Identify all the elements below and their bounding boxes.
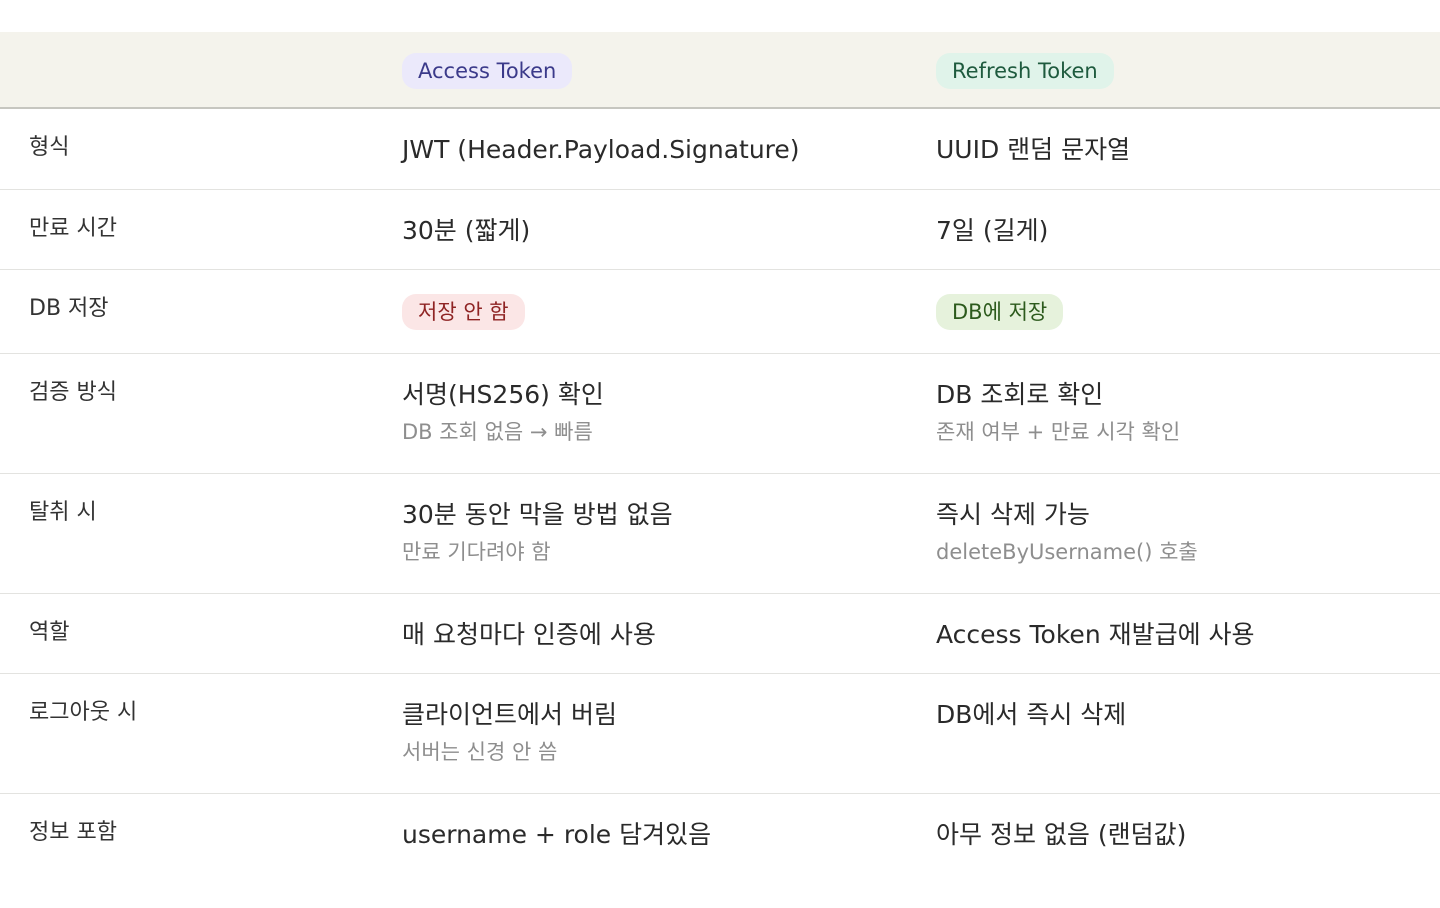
refresh-value: 아무 정보 없음 (랜덤값): [936, 820, 1187, 849]
row-label: 정보 포함: [29, 820, 117, 845]
row-label: 로그아웃 시: [29, 700, 138, 725]
table-row: 정보 포함 username + role 담겨있음 아무 정보 없음 (랜덤값…: [0, 794, 1440, 876]
row-label: 만료 시간: [29, 216, 117, 241]
db-stored-badge: DB에 저장: [936, 294, 1064, 330]
row-label: 검증 방식: [29, 380, 117, 405]
row-label: 형식: [29, 135, 70, 160]
table-row: 로그아웃 시 클라이언트에서 버림 서버는 신경 안 씀 DB에서 즉시 삭제: [0, 674, 1440, 794]
access-subtext: 만료 기다려야 함: [402, 540, 551, 564]
refresh-value: DB에서 즉시 삭제: [936, 700, 1127, 729]
header-refresh-cell: Refresh Token: [936, 32, 1440, 107]
table-row: 만료 시간 30분 (짧게) 7일 (길게): [0, 190, 1440, 270]
refresh-value: Access Token 재발급에 사용: [936, 620, 1255, 649]
row-label: 역할: [29, 620, 70, 645]
token-comparison-table: Access Token Refresh Token 형식 JWT (Heade…: [0, 32, 1440, 876]
access-value: 서명(HS256) 확인: [402, 380, 604, 409]
access-value: 30분 동안 막을 방법 없음: [402, 500, 673, 529]
table-row: DB 저장 저장 안 함 DB에 저장: [0, 270, 1440, 354]
access-value: 30분 (짧게): [402, 216, 531, 245]
table-header-row: Access Token Refresh Token: [0, 32, 1440, 109]
refresh-value: 7일 (길게): [936, 216, 1049, 245]
refresh-value: DB 조회로 확인: [936, 380, 1104, 409]
header-access-cell: Access Token: [402, 32, 936, 107]
access-subtext: 서버는 신경 안 씀: [402, 740, 558, 764]
table-row: 탈취 시 30분 동안 막을 방법 없음 만료 기다려야 함 즉시 삭제 가능 …: [0, 474, 1440, 594]
refresh-subtext: deleteByUsername() 호출: [936, 540, 1198, 564]
not-stored-badge: 저장 안 함: [402, 294, 525, 330]
refresh-token-header-badge: Refresh Token: [936, 53, 1114, 89]
table-row: 검증 방식 서명(HS256) 확인 DB 조회 없음 → 빠름 DB 조회로 …: [0, 354, 1440, 474]
table-row: 역할 매 요청마다 인증에 사용 Access Token 재발급에 사용: [0, 594, 1440, 674]
access-value: username + role 담겨있음: [402, 820, 712, 849]
refresh-value: 즉시 삭제 가능: [936, 500, 1090, 529]
refresh-subtext: 존재 여부 + 만료 시각 확인: [936, 420, 1181, 444]
access-value: 매 요청마다 인증에 사용: [402, 620, 656, 649]
access-value: JWT (Header.Payload.Signature): [402, 135, 800, 164]
access-subtext: DB 조회 없음 → 빠름: [402, 420, 593, 444]
access-value: 클라이언트에서 버림: [402, 700, 617, 729]
access-token-header-badge: Access Token: [402, 53, 573, 89]
row-label: 탈취 시: [29, 500, 97, 525]
row-label: DB 저장: [29, 296, 109, 321]
refresh-value: UUID 랜덤 문자열: [936, 135, 1131, 164]
table-row: 형식 JWT (Header.Payload.Signature) UUID 랜…: [0, 109, 1440, 190]
header-empty-cell: [0, 32, 402, 107]
